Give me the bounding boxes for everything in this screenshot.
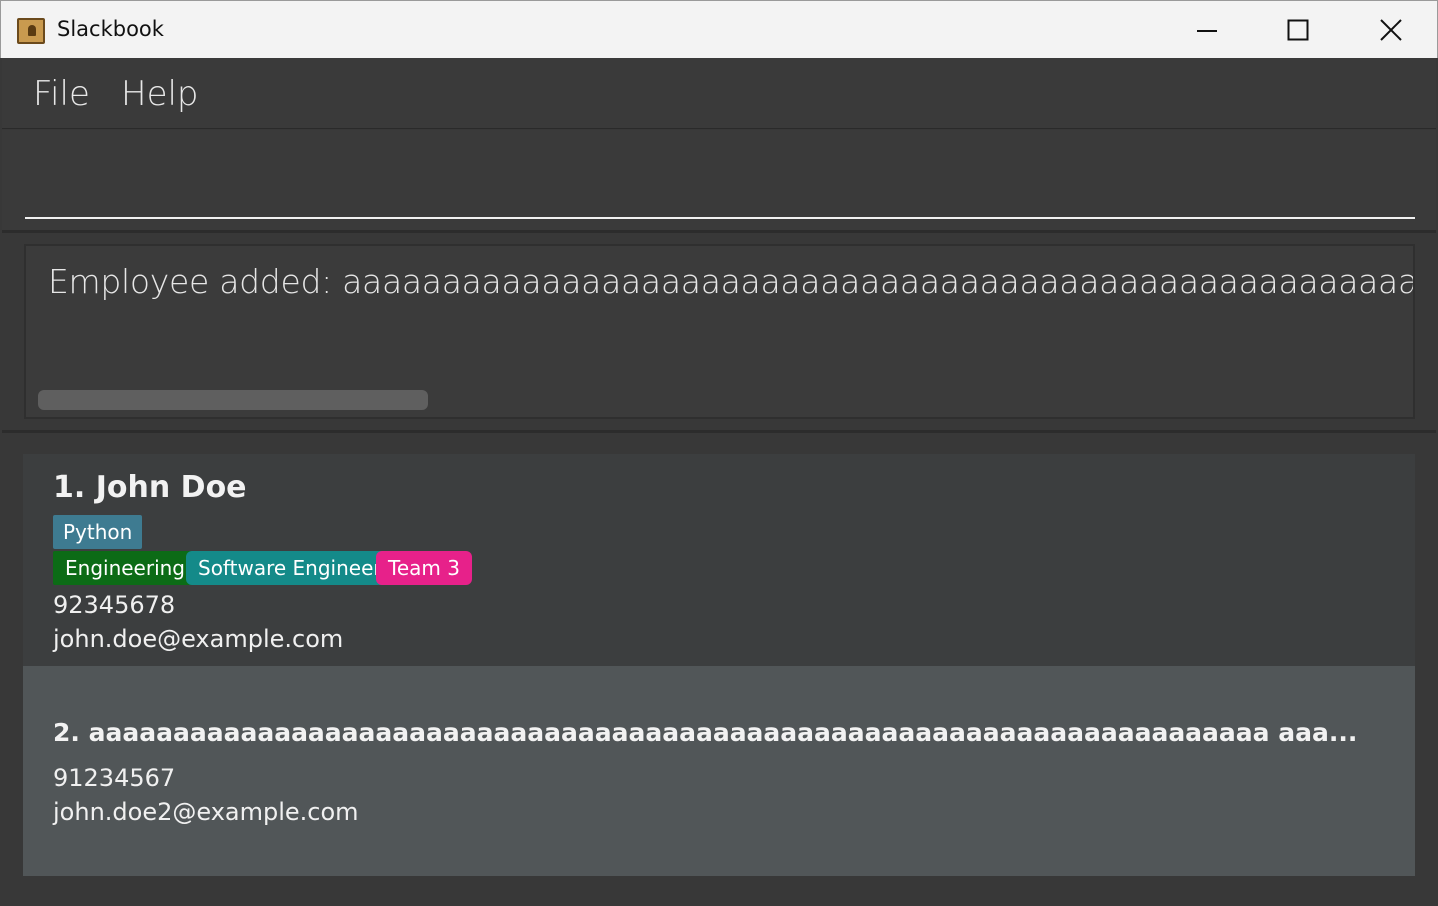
maximize-button[interactable]	[1252, 1, 1344, 59]
menu-bar: File Help	[2, 58, 1436, 129]
employee-email: john.doe2@example.com	[53, 798, 359, 826]
department-tag: Engineering	[53, 551, 197, 585]
role-tag: Software Engineer	[186, 551, 394, 585]
minimize-button[interactable]	[1161, 1, 1253, 59]
employee-email: john.doe@example.com	[53, 625, 344, 653]
maximize-icon	[1287, 19, 1309, 41]
employee-card[interactable]: 1. John Doe Python Engineering Software …	[23, 454, 1415, 666]
result-message: Employee added: aaaaaaaaaaaaaaaaaaaaaaaa…	[48, 262, 1415, 301]
title-bar: Slackbook	[0, 0, 1438, 58]
result-display[interactable]: Employee added: aaaaaaaaaaaaaaaaaaaaaaaa…	[24, 244, 1415, 419]
window-title: Slackbook	[57, 17, 164, 41]
command-input[interactable]	[25, 146, 1415, 219]
close-icon	[1380, 19, 1402, 41]
address-book-icon	[17, 18, 45, 44]
horizontal-scrollbar[interactable]	[38, 390, 428, 410]
command-box-panel	[2, 130, 1436, 233]
employee-name: 1. John Doe	[53, 470, 247, 505]
team-tag: Team 3	[376, 551, 472, 585]
menu-file[interactable]: File	[33, 74, 90, 114]
result-display-panel: Employee added: aaaaaaaaaaaaaaaaaaaaaaaa…	[2, 233, 1436, 433]
skill-tag: Python	[53, 515, 143, 549]
employee-phone: 91234567	[53, 764, 176, 792]
close-button[interactable]	[1345, 1, 1437, 59]
employee-list: 1. John Doe Python Engineering Software …	[2, 436, 1436, 906]
employee-card[interactable]: 2. aaaaaaaaaaaaaaaaaaaaaaaaaaaaaaaaaaaaa…	[23, 666, 1415, 876]
employee-phone: 92345678	[53, 591, 176, 619]
menu-help[interactable]: Help	[121, 74, 199, 114]
minimize-icon	[1197, 30, 1217, 32]
employee-name: 2. aaaaaaaaaaaaaaaaaaaaaaaaaaaaaaaaaaaaa…	[53, 718, 1358, 747]
